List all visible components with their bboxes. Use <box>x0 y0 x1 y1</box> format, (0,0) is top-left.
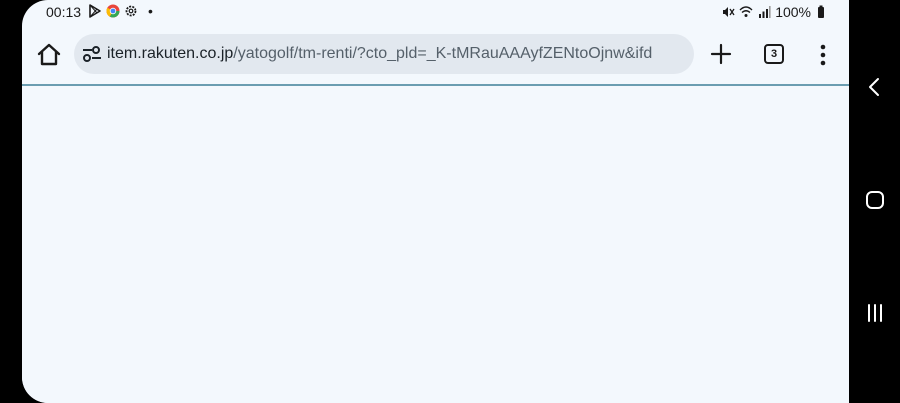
recent-apps-icon[interactable] <box>863 301 887 325</box>
status-time: 00:13 <box>46 4 82 20</box>
address-bar[interactable]: item.rakuten.co.jp/yatogolf/tm-renti/?ct… <box>74 34 694 74</box>
page-content[interactable] <box>22 86 849 403</box>
play-store-icon <box>89 4 101 18</box>
tab-switcher-button[interactable]: 3 <box>764 44 784 64</box>
signal-icon <box>759 6 771 18</box>
battery-icon <box>818 5 824 18</box>
more-options-icon[interactable] <box>820 44 826 66</box>
wifi-icon <box>739 6 753 17</box>
site-settings-icon[interactable] <box>82 45 102 63</box>
back-icon[interactable] <box>863 75 887 99</box>
home-nav-icon[interactable] <box>863 188 887 212</box>
android-nav-bar <box>849 0 900 403</box>
browser-toolbar: item.rakuten.co.jp/yatogolf/tm-renti/?ct… <box>22 26 849 84</box>
url-host: item.rakuten.co.jp <box>107 45 234 62</box>
mute-icon <box>723 7 735 17</box>
more-notifications-dot: • <box>148 3 153 19</box>
url-text[interactable]: item.rakuten.co.jp/yatogolf/tm-renti/?ct… <box>107 44 689 64</box>
settings-icon <box>125 5 137 17</box>
status-bar: 00:13 • 100% <box>22 0 849 26</box>
system-status-icons: 100% <box>721 4 829 20</box>
home-button[interactable] <box>36 42 62 68</box>
battery-percent: 100% <box>775 4 811 20</box>
phone-screen: 00:13 • 100% item.rakuten.co.jp/yatogolf… <box>22 0 849 403</box>
new-tab-button[interactable] <box>710 43 732 65</box>
url-path: /yatogolf/tm-renti/?cto_pld=_K-tMRauAAAy… <box>233 45 653 62</box>
notification-icons: • <box>88 4 153 18</box>
chrome-icon <box>106 4 120 18</box>
